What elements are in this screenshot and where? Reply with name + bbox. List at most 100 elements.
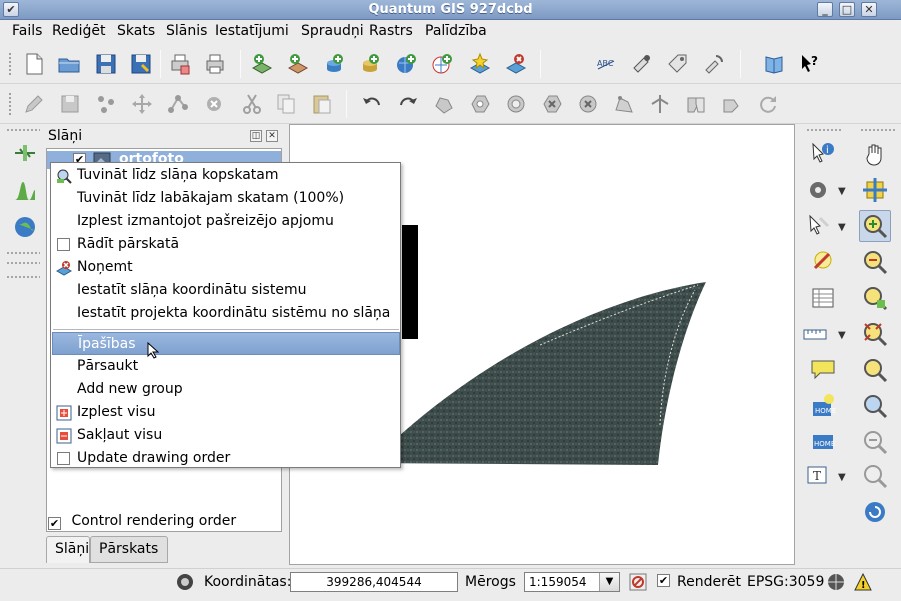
menu-item-expand-all[interactable]: Izplest visu xyxy=(52,401,400,424)
print-icon[interactable] xyxy=(203,52,227,76)
rotate-symbols-icon[interactable] xyxy=(756,92,780,116)
control-rendering-checkbox[interactable]: ✔ xyxy=(48,517,61,530)
pan-icon[interactable] xyxy=(861,140,889,168)
add-part-icon[interactable] xyxy=(504,92,528,116)
move-feature-icon[interactable] xyxy=(130,92,154,116)
delete-ring-icon[interactable] xyxy=(540,92,564,116)
menu-rastrs[interactable]: Rastrs xyxy=(369,23,413,39)
show-bookmarks-icon[interactable]: HOME xyxy=(809,428,837,456)
stop-render-icon[interactable] xyxy=(628,572,648,592)
render-checkbox[interactable]: ✔ xyxy=(657,574,670,587)
delete-part-icon[interactable] xyxy=(576,92,600,116)
menu-iestatijumi[interactable]: Iestatījumi xyxy=(215,23,289,39)
undo-icon[interactable] xyxy=(360,92,384,116)
labeling-icon[interactable]: ABC xyxy=(594,52,618,76)
copy-features-icon[interactable] xyxy=(274,92,298,116)
zoom-last-icon[interactable] xyxy=(861,428,889,456)
show-in-overview-checkbox[interactable] xyxy=(57,238,70,251)
update-drawing-order-checkbox[interactable] xyxy=(57,452,70,465)
remove-layer-icon[interactable] xyxy=(504,52,528,76)
add-wfs-layer-icon[interactable] xyxy=(430,52,454,76)
toolbar-grip[interactable] xyxy=(860,128,896,132)
new-project-icon[interactable] xyxy=(22,52,46,76)
delete-selected-icon[interactable] xyxy=(202,92,226,116)
menu-item-zoom-to-layer[interactable]: Tuvināt līdz slāņa kopskatam xyxy=(52,164,400,187)
toolbar-grip[interactable] xyxy=(8,52,12,76)
close-panel-button[interactable]: ✕ xyxy=(266,130,278,142)
zoom-full-icon[interactable] xyxy=(861,320,889,348)
toolbar-grip[interactable] xyxy=(806,128,842,132)
georeferencer-icon[interactable] xyxy=(12,214,38,240)
menu-item-stretch-current-extent[interactable]: Izplest izmantojot pašreizējo apjomu xyxy=(52,210,400,233)
add-spatialite-layer-icon[interactable] xyxy=(358,52,382,76)
menu-rediget[interactable]: Rediģēt xyxy=(52,23,105,39)
menu-item-set-layer-crs[interactable]: Iestatīt slāņa koordinātu sistemu xyxy=(52,279,400,302)
add-raster-layer-icon[interactable] xyxy=(286,52,310,76)
toolbar-grip[interactable] xyxy=(6,128,40,132)
save-edits-icon[interactable] xyxy=(58,92,82,116)
menu-spraudni[interactable]: Spraudņi xyxy=(301,23,364,39)
menu-slanis[interactable]: Slānis xyxy=(166,23,207,39)
chevron-down-icon[interactable]: ▼ xyxy=(838,330,846,341)
add-wms-layer-icon[interactable] xyxy=(394,52,418,76)
chevron-down-icon[interactable]: ▼ xyxy=(838,222,846,233)
menu-item-update-drawing-order[interactable]: Update drawing order xyxy=(52,447,400,470)
label-pin-icon[interactable] xyxy=(630,52,654,76)
warning-icon[interactable]: ! xyxy=(853,572,873,592)
new-bookmark-icon[interactable]: HOME xyxy=(809,392,837,420)
zoom-to-layer-icon[interactable] xyxy=(861,356,889,384)
tab-layers[interactable]: Slāņi xyxy=(46,536,90,563)
control-rendering-row[interactable]: ✔ Control rendering order xyxy=(48,513,236,530)
menu-item-remove[interactable]: Noņemt xyxy=(52,256,400,279)
refresh-icon[interactable] xyxy=(861,498,889,526)
toggle-editing-icon[interactable] xyxy=(22,92,46,116)
select-features-icon[interactable] xyxy=(804,212,832,240)
text-annotation-icon[interactable]: T xyxy=(804,462,832,490)
menu-palidziba[interactable]: Palīdzība xyxy=(425,23,487,39)
toolbar-grip[interactable] xyxy=(6,275,40,279)
chevron-down-icon[interactable]: ▼ xyxy=(838,186,846,197)
tab-overview[interactable]: Pārskats xyxy=(90,536,168,563)
new-vector-layer-icon[interactable] xyxy=(468,52,492,76)
map-tips-icon[interactable] xyxy=(809,356,837,384)
minimize-button[interactable]: _ xyxy=(817,2,833,17)
deselect-icon[interactable] xyxy=(809,248,837,276)
print-composer-icon[interactable] xyxy=(168,52,192,76)
maximize-button[interactable]: □ xyxy=(839,2,855,17)
capture-point-icon[interactable] xyxy=(94,92,118,116)
zoom-in-icon[interactable] xyxy=(861,212,889,240)
merge-features-icon[interactable] xyxy=(684,92,708,116)
menu-fails[interactable]: Fails xyxy=(12,23,42,39)
coordinates-field[interactable]: 399286,404544 xyxy=(290,572,458,592)
save-as-icon[interactable] xyxy=(129,52,153,76)
zoom-actual-size-icon[interactable] xyxy=(861,392,889,420)
paste-features-icon[interactable] xyxy=(310,92,334,116)
add-postgis-layer-icon[interactable] xyxy=(322,52,346,76)
reshape-features-icon[interactable] xyxy=(612,92,636,116)
float-panel-button[interactable]: ◫ xyxy=(250,130,262,142)
toolbar-grip[interactable] xyxy=(8,92,12,116)
whats-this-help-icon[interactable]: ? xyxy=(798,52,822,76)
zoom-to-selection-icon[interactable] xyxy=(861,284,889,312)
redo-icon[interactable] xyxy=(396,92,420,116)
measure-line-icon[interactable] xyxy=(801,320,829,348)
actions-gear-icon[interactable] xyxy=(804,176,832,204)
chevron-down-icon[interactable]: ▼ xyxy=(838,472,846,483)
menu-item-properties[interactable]: Īpašības xyxy=(52,332,400,359)
projection-icon[interactable] xyxy=(826,572,846,592)
zoom-next-icon[interactable] xyxy=(861,462,889,490)
menu-item-zoom-best-scale[interactable]: Tuvināt līdz labākajam skatam (100%) xyxy=(52,187,400,210)
chevron-down-icon[interactable]: ▼ xyxy=(599,573,619,591)
merge-attributes-icon[interactable] xyxy=(720,92,744,116)
node-tool-icon[interactable] xyxy=(166,92,190,116)
menu-skats[interactable]: Skats xyxy=(117,23,155,39)
save-project-icon[interactable] xyxy=(94,52,118,76)
scale-combobox[interactable]: 1:159054 ▼ xyxy=(524,572,620,592)
menu-item-show-in-overview[interactable]: Rādīt pārskatā xyxy=(52,233,400,256)
add-ring-icon[interactable] xyxy=(468,92,492,116)
menu-item-rename[interactable]: Pārsaukt xyxy=(52,355,400,378)
simplify-feature-icon[interactable] xyxy=(432,92,456,116)
gps-tools-icon[interactable] xyxy=(12,140,38,166)
zoom-out-icon[interactable] xyxy=(861,248,889,276)
epsg-label[interactable]: EPSG:3059 xyxy=(747,574,824,590)
